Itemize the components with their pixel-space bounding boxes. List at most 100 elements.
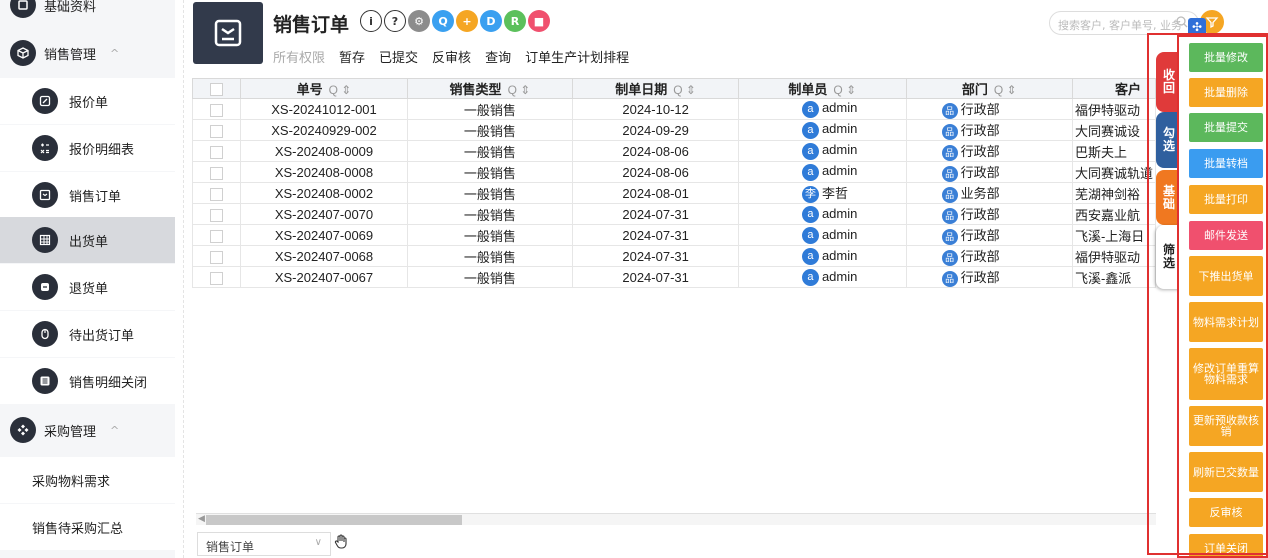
- sales-type-cell: 一般销售: [406, 203, 574, 226]
- push-shipment-button[interactable]: 下推出货单: [1189, 256, 1263, 296]
- diamond-grid-icon: [10, 417, 36, 443]
- order-no-cell[interactable]: XS-20241012-001: [240, 98, 408, 120]
- customer-cell: 西安嘉业航: [1071, 203, 1156, 226]
- customer-cell: 福伊特驱动: [1071, 245, 1156, 268]
- order-no-cell[interactable]: XS-202408-0009: [240, 140, 408, 162]
- row-checkbox[interactable]: [192, 161, 242, 183]
- sidebar-item-purchase-material[interactable]: 采购物料需求: [0, 457, 175, 503]
- help-icon[interactable]: ?: [384, 10, 406, 32]
- batch-submit-button[interactable]: 批量提交: [1189, 113, 1263, 142]
- sidebar-item-label: 销售待采购汇总: [32, 521, 124, 537]
- department-cell: 品行政部: [905, 203, 1073, 226]
- tab-unapprove[interactable]: 反审核: [432, 47, 471, 66]
- info-icon[interactable]: i: [360, 10, 382, 32]
- tab-draft[interactable]: 暂存: [339, 47, 365, 66]
- row-checkbox[interactable]: [192, 181, 242, 205]
- scroll-left-icon[interactable]: ◀: [198, 514, 205, 524]
- table-row[interactable]: XS-202408-0002 一般销售 2024-08-01 李李哲品业务部 芜湖神剑裕: [192, 181, 1156, 205]
- order-no-cell[interactable]: XS-202408-0002: [240, 181, 408, 205]
- table-row[interactable]: XS-202408-0009 一般销售 2024-08-06 a admin 品行政部 巴斯…: [192, 140, 1156, 162]
- avatar: a: [801, 205, 819, 223]
- horizontal-scrollbar[interactable]: ◀: [196, 513, 1156, 525]
- avatar: 李: [801, 186, 819, 203]
- sidebar-section-sales[interactable]: 销售管理 ^: [0, 30, 175, 76]
- close-order-button[interactable]: 订单关闭: [1189, 534, 1263, 556]
- department-name: 行政部: [960, 228, 1000, 244]
- batch-edit-button[interactable]: 批量修改: [1189, 43, 1263, 72]
- tab-all-permissions[interactable]: 所有权限: [273, 47, 325, 66]
- row-checkbox[interactable]: [192, 245, 242, 268]
- creator-name: admin: [821, 121, 858, 137]
- order-no-cell[interactable]: XS-202408-0008: [240, 161, 408, 183]
- sidebar-item-return[interactable]: 退货单: [0, 264, 175, 310]
- col-department[interactable]: 部门 Q ⇕: [905, 78, 1073, 99]
- update-prepayment-button[interactable]: 更新预收款核销: [1189, 406, 1263, 446]
- sidebar-section-basic[interactable]: 基础资料: [0, 0, 175, 28]
- col-customer[interactable]: 客户: [1071, 78, 1156, 99]
- sidebar-item-quote-detail[interactable]: 报价明细表: [0, 125, 175, 171]
- settings-icon[interactable]: ⚙: [408, 10, 430, 32]
- col-sales-type[interactable]: 销售类型 Q ⇕: [406, 78, 574, 99]
- table-row[interactable]: XS-202407-0068 一般销售 2024-07-31 a admin 品行政部 福伊…: [192, 245, 1156, 268]
- sidebar-item-sales-detail-close[interactable]: 销售明细关闭: [0, 358, 175, 404]
- row-checkbox[interactable]: [192, 266, 242, 289]
- row-checkbox[interactable]: [192, 119, 242, 141]
- table-row[interactable]: XS-20240929-002 一般销售 2024-09-29 a admin 品行政部大…: [192, 119, 1156, 141]
- refresh-delivered-button[interactable]: 刷新已交数量: [1189, 452, 1263, 492]
- table-row[interactable]: XS-202407-0070 一般销售 2024-07-31 a admin 品行政部 西安…: [192, 203, 1156, 226]
- row-checkbox[interactable]: [192, 224, 242, 247]
- row-checkbox[interactable]: [192, 203, 242, 226]
- hand-icon[interactable]: [334, 534, 348, 550]
- creator-cell: a admin: [737, 140, 907, 162]
- table-row[interactable]: XS-202408-0008 一般销售 2024-08-06 a admin 品行政部 大同…: [192, 161, 1156, 183]
- batch-print-button[interactable]: 批量打印: [1189, 185, 1263, 214]
- sidebar-item-label: 销售订单: [69, 189, 122, 205]
- scrollbar-thumb[interactable]: [206, 515, 462, 525]
- col-creator[interactable]: 制单员 Q ⇕: [737, 78, 907, 99]
- table-row[interactable]: XS-20241012-001 一般销售 2024-10-12 a admin 品行政部福…: [192, 98, 1156, 120]
- order-icon: [214, 19, 242, 47]
- sidebar-item-sales-to-purchase[interactable]: 销售待采购汇总: [0, 504, 175, 550]
- row-checkbox[interactable]: [192, 140, 242, 162]
- stop-icon[interactable]: ■: [528, 10, 550, 32]
- select-all-checkbox[interactable]: [192, 78, 242, 99]
- search-icon[interactable]: [1175, 15, 1189, 29]
- sidebar-item-sales-order[interactable]: 销售订单: [0, 172, 175, 218]
- search-icon[interactable]: Q: [432, 10, 454, 32]
- tab-production-schedule[interactable]: 订单生产计划排程: [525, 47, 629, 66]
- recycle-icon[interactable]: R: [504, 10, 526, 32]
- sidebar-item-shipment[interactable]: 出货单: [0, 217, 175, 263]
- customer-cell: 飞溪-上海日: [1071, 224, 1156, 247]
- tab-submitted[interactable]: 已提交: [379, 47, 418, 66]
- document-icon[interactable]: D: [480, 10, 502, 32]
- order-no-cell[interactable]: XS-20240929-002: [240, 119, 408, 141]
- date-cell: 2024-09-29: [572, 119, 739, 141]
- table-row[interactable]: XS-202407-0067 一般销售 2024-07-31 a admin 品行政部 飞溪…: [192, 266, 1156, 289]
- avatar: a: [801, 163, 819, 181]
- order-no-cell[interactable]: XS-202407-0067: [240, 266, 408, 289]
- sidebar-item-quote[interactable]: 报价单: [0, 78, 175, 124]
- order-no-cell[interactable]: XS-202407-0069: [240, 224, 408, 247]
- department-icon: 品: [941, 207, 958, 224]
- view-select[interactable]: 销售订单 ∨: [197, 532, 331, 556]
- material-plan-button[interactable]: 物料需求计划: [1189, 302, 1263, 342]
- sidebar-item-pending-shipment[interactable]: 待出货订单: [0, 311, 175, 357]
- tab-query[interactable]: 查询: [485, 47, 511, 66]
- recalc-material-button[interactable]: 修改订单重算物料需求: [1189, 348, 1263, 400]
- order-no-cell[interactable]: XS-202407-0070: [240, 203, 408, 226]
- sidebar-section-purchase[interactable]: 采购管理 ^: [0, 407, 175, 453]
- row-checkbox[interactable]: [192, 98, 242, 120]
- col-date[interactable]: 制单日期 Q ⇕: [572, 78, 739, 99]
- add-icon[interactable]: +: [456, 10, 478, 32]
- unapprove-button[interactable]: 反审核: [1189, 498, 1263, 527]
- col-order-no[interactable]: 单号 Q ⇕: [240, 78, 408, 99]
- send-email-button[interactable]: 邮件发送: [1189, 221, 1263, 250]
- batch-archive-button[interactable]: 批量转档: [1189, 149, 1263, 178]
- table-row[interactable]: XS-202407-0069 一般销售 2024-07-31 a admin 品行政部 飞溪…: [192, 224, 1156, 247]
- order-no-cell[interactable]: XS-202407-0068: [240, 245, 408, 268]
- creator-cell: 李李哲: [737, 181, 907, 205]
- department-cell: 品行政部: [905, 119, 1073, 141]
- move-handle-icon[interactable]: ✣: [1188, 18, 1206, 36]
- batch-delete-button[interactable]: 批量删除: [1189, 78, 1263, 107]
- creator-cell: a admin: [737, 119, 907, 141]
